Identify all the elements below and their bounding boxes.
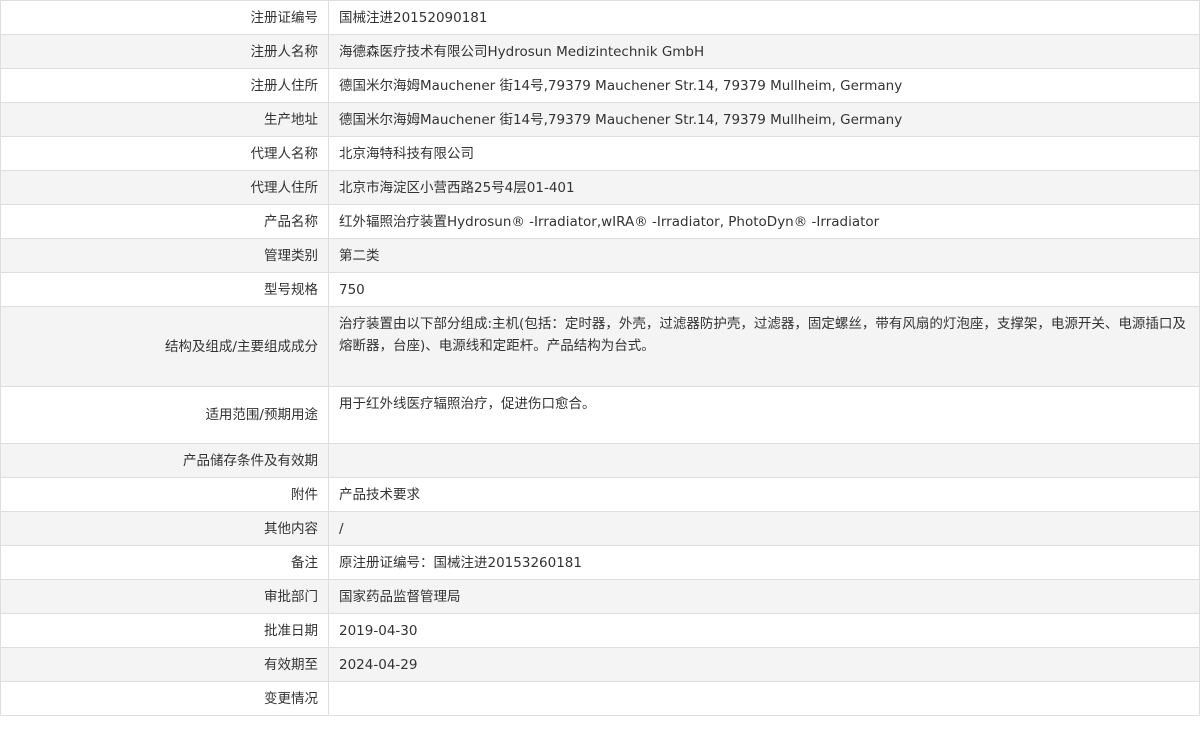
field-value: 北京海特科技有限公司 <box>328 136 1200 171</box>
field-value: 原注册证编号：国械注进20153260181 <box>328 545 1200 580</box>
field-label: 备注 <box>0 545 329 580</box>
row-agent-name: 代理人名称 北京海特科技有限公司 <box>0 136 1200 171</box>
row-attachments: 附件 产品技术要求 <box>0 477 1200 512</box>
field-value: 北京市海淀区小营西路25号4层01-401 <box>328 170 1200 205</box>
field-value: / <box>328 511 1200 546</box>
field-value: 德国米尔海姆Mauchener 街14号,79379 Mauchener Str… <box>328 68 1200 103</box>
field-value: 国家药品监督管理局 <box>328 579 1200 614</box>
row-remarks: 备注 原注册证编号：国械注进20153260181 <box>0 545 1200 580</box>
field-value: 海德森医疗技术有限公司Hydrosun Medizintechnik GmbH <box>328 34 1200 69</box>
field-label: 代理人住所 <box>0 170 329 205</box>
row-management-category: 管理类别 第二类 <box>0 238 1200 273</box>
field-label: 附件 <box>0 477 329 512</box>
field-value: 红外辐照治疗装置Hydrosun® -Irradiator,wIRA® -Irr… <box>328 204 1200 239</box>
field-label: 产品储存条件及有效期 <box>0 443 329 478</box>
row-model-spec: 型号规格 750 <box>0 272 1200 307</box>
registration-record-table: 注册证编号 国械注进20152090181 注册人名称 海德森医疗技术有限公司H… <box>0 0 1200 716</box>
field-value <box>328 681 1200 716</box>
field-label: 注册人名称 <box>0 34 329 69</box>
field-label: 有效期至 <box>0 647 329 682</box>
row-registrant-name: 注册人名称 海德森医疗技术有限公司Hydrosun Medizintechnik… <box>0 34 1200 69</box>
field-label: 变更情况 <box>0 681 329 716</box>
row-structure-composition: 结构及组成/主要组成成分 治疗装置由以下部分组成:主机(包括：定时器，外壳，过滤… <box>0 306 1200 387</box>
field-value: 治疗装置由以下部分组成:主机(包括：定时器，外壳，过滤器防护壳，过滤器，固定螺丝… <box>328 306 1200 387</box>
field-label: 审批部门 <box>0 579 329 614</box>
row-intended-use: 适用范围/预期用途 用于红外线医疗辐照治疗，促进伤口愈合。 <box>0 386 1200 444</box>
row-registrant-address: 注册人住所 德国米尔海姆Mauchener 街14号,79379 Mauchen… <box>0 68 1200 103</box>
field-label: 适用范围/预期用途 <box>0 386 329 444</box>
row-product-name: 产品名称 红外辐照治疗装置Hydrosun® -Irradiator,wIRA®… <box>0 204 1200 239</box>
field-label: 注册证编号 <box>0 0 329 35</box>
row-approval-department: 审批部门 国家药品监督管理局 <box>0 579 1200 614</box>
field-label: 代理人名称 <box>0 136 329 171</box>
field-label: 生产地址 <box>0 102 329 137</box>
field-value: 2024-04-29 <box>328 647 1200 682</box>
field-label: 结构及组成/主要组成成分 <box>0 306 329 387</box>
field-label: 其他内容 <box>0 511 329 546</box>
row-approval-date: 批准日期 2019-04-30 <box>0 613 1200 648</box>
field-label: 注册人住所 <box>0 68 329 103</box>
row-production-address: 生产地址 德国米尔海姆Mauchener 街14号,79379 Mauchene… <box>0 102 1200 137</box>
field-value: 750 <box>328 272 1200 307</box>
row-registration-number: 注册证编号 国械注进20152090181 <box>0 0 1200 35</box>
field-value: 第二类 <box>328 238 1200 273</box>
field-label: 管理类别 <box>0 238 329 273</box>
field-value: 产品技术要求 <box>328 477 1200 512</box>
field-label: 批准日期 <box>0 613 329 648</box>
row-other-content: 其他内容 / <box>0 511 1200 546</box>
row-valid-until: 有效期至 2024-04-29 <box>0 647 1200 682</box>
row-agent-address: 代理人住所 北京市海淀区小营西路25号4层01-401 <box>0 170 1200 205</box>
field-value: 2019-04-30 <box>328 613 1200 648</box>
row-storage-validity: 产品储存条件及有效期 <box>0 443 1200 478</box>
field-value <box>328 443 1200 478</box>
row-change-history: 变更情况 <box>0 681 1200 716</box>
field-value: 国械注进20152090181 <box>328 0 1200 35</box>
field-value: 用于红外线医疗辐照治疗，促进伤口愈合。 <box>328 386 1200 444</box>
field-label: 型号规格 <box>0 272 329 307</box>
field-label: 产品名称 <box>0 204 329 239</box>
field-value: 德国米尔海姆Mauchener 街14号,79379 Mauchener Str… <box>328 102 1200 137</box>
